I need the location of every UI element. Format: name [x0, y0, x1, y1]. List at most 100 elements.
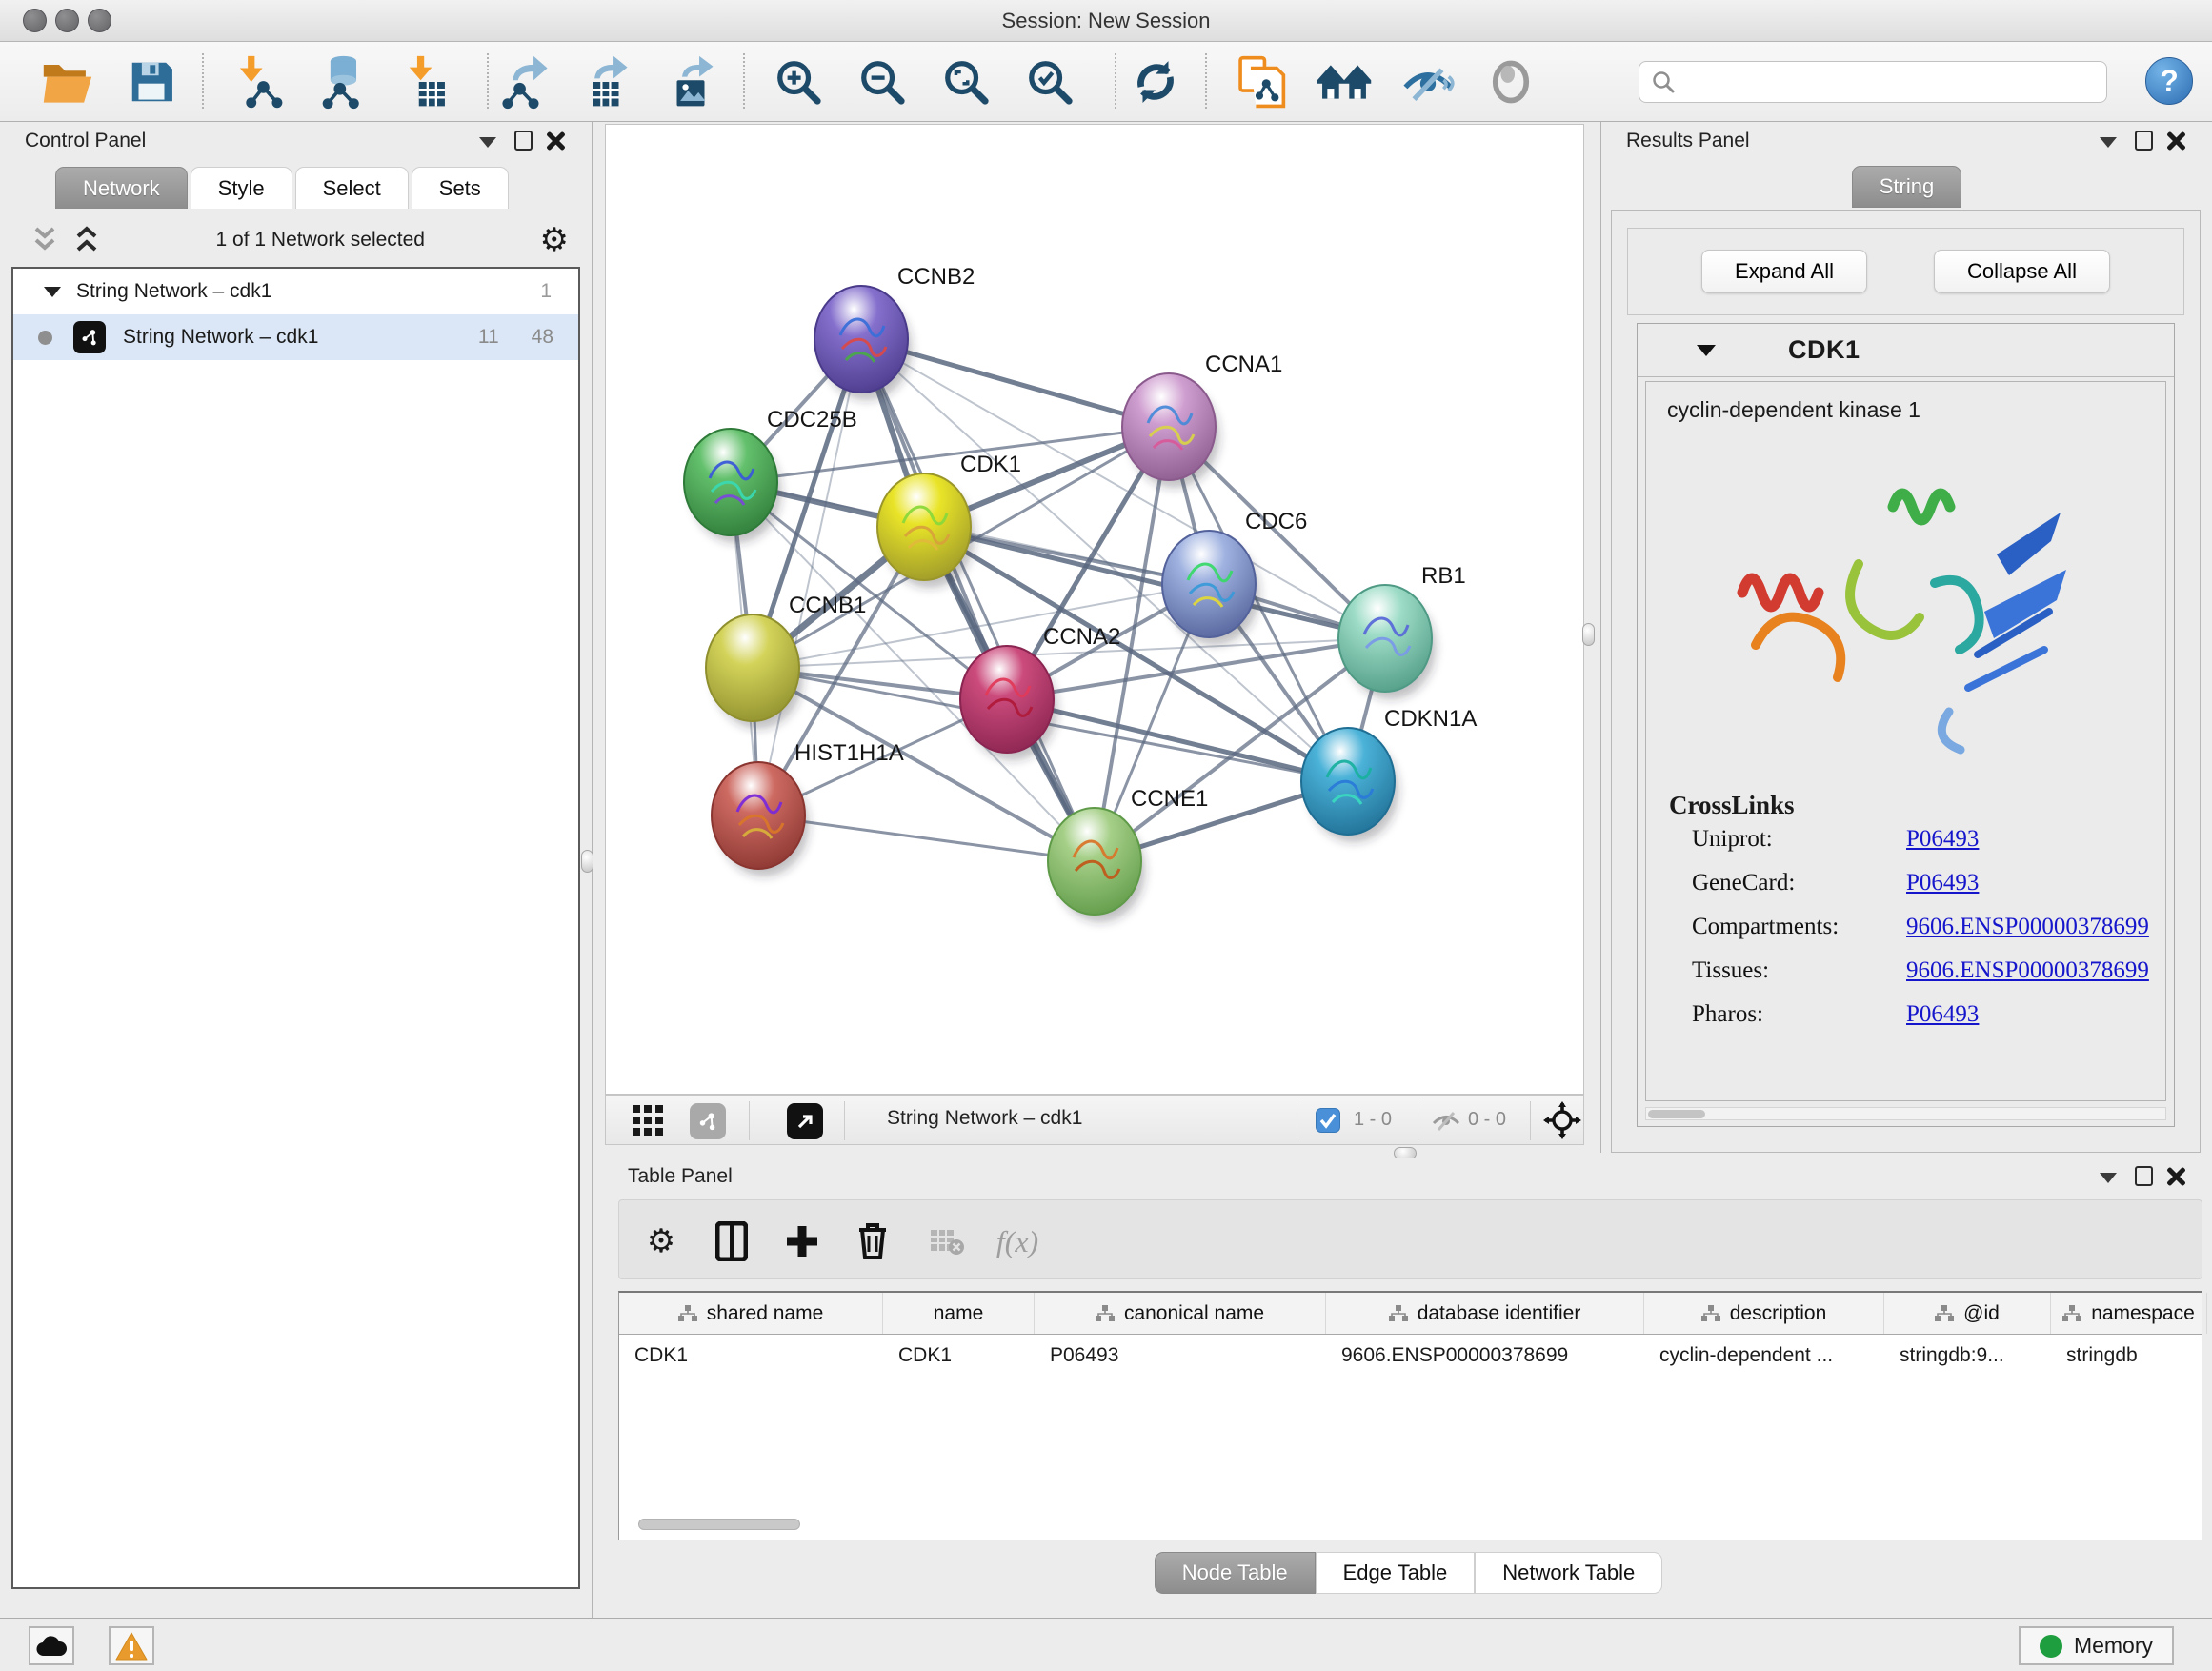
panel-close-icon[interactable] [2165, 131, 2185, 151]
expand-all-button[interactable]: Expand All [1701, 250, 1867, 293]
collapse-all-tree-icon[interactable] [72, 225, 101, 255]
network-node-HIST1H1A[interactable] [712, 762, 809, 876]
network-node-CCNE1[interactable] [1048, 808, 1145, 922]
column-header-canonical-name[interactable]: canonical name [1035, 1293, 1326, 1334]
network-node-CCNB2[interactable] [814, 286, 912, 400]
network-share-icon[interactable] [690, 1103, 726, 1139]
right-splitter-grip[interactable] [1582, 623, 1595, 646]
table-cell[interactable]: CDK1 [619, 1335, 883, 1377]
zoom-window-icon[interactable] [88, 9, 111, 32]
panel-close-icon[interactable] [545, 131, 565, 151]
open-session-button[interactable] [36, 51, 99, 112]
tab-network[interactable]: Network [55, 167, 188, 209]
panel-menu-icon[interactable] [479, 137, 496, 148]
table-cell[interactable]: CDK1 [883, 1335, 1035, 1377]
network-collection-row[interactable]: String Network – cdk1 1 [13, 269, 578, 314]
tree-expand-icon[interactable] [44, 287, 61, 297]
network-canvas[interactable]: CCNB2CCNA1CDC25BCDK1CDC6RB1CCNB1CCNA2CDK… [605, 124, 1584, 1095]
birdseye-grid-icon[interactable] [633, 1105, 665, 1137]
close-window-icon[interactable] [23, 9, 47, 32]
network-node-CCNA1[interactable] [1122, 373, 1219, 488]
help-button[interactable]: ? [2145, 57, 2193, 105]
collapse-all-button[interactable]: Collapse All [1934, 250, 2110, 293]
network-node-CCNA2[interactable] [960, 646, 1057, 760]
import-network-database-button[interactable] [307, 51, 370, 112]
network-node-CDC25B[interactable] [684, 429, 781, 543]
table-cell[interactable]: cyclin-dependent ... [1644, 1335, 1884, 1377]
warnings-button[interactable] [109, 1626, 154, 1665]
zoom-fit-button[interactable] [935, 51, 997, 112]
zoom-selected-button[interactable] [1018, 51, 1081, 112]
fit-selected-crosshair-icon[interactable] [1543, 1101, 1581, 1139]
network-node-CDC6[interactable] [1162, 531, 1259, 645]
string-import-button[interactable] [1228, 51, 1291, 112]
crosslink-link[interactable]: P06493 [1906, 826, 1979, 853]
save-session-button[interactable] [120, 51, 183, 112]
table-cell[interactable]: stringdb:9... [1884, 1335, 2051, 1377]
inactive-eye-button[interactable] [1479, 51, 1542, 112]
network-edge[interactable] [924, 527, 1385, 638]
import-network-file-button[interactable] [227, 51, 290, 112]
selected-nodes-checkbox[interactable] [1316, 1108, 1340, 1133]
memory-button[interactable]: Memory [2019, 1626, 2174, 1665]
panel-menu-icon[interactable] [2100, 1173, 2117, 1183]
export-image-button[interactable] [659, 51, 722, 112]
tab-string[interactable]: String [1852, 166, 1961, 208]
table-settings-gear-icon[interactable]: ⚙ [636, 1218, 686, 1265]
cloud-button[interactable] [29, 1626, 74, 1665]
column-header-description[interactable]: description [1644, 1293, 1884, 1334]
network-node-CDK1[interactable] [877, 473, 975, 588]
collapse-entry-icon[interactable] [1697, 345, 1716, 356]
network-row-selected[interactable]: String Network – cdk1 1148 [13, 314, 578, 360]
column-header-database-identifier[interactable]: database identifier [1326, 1293, 1644, 1334]
tab-network-table[interactable]: Network Table [1475, 1552, 1662, 1594]
tab-edge-table[interactable]: Edge Table [1316, 1552, 1476, 1594]
panel-close-icon[interactable] [2165, 1166, 2185, 1186]
tab-node-table[interactable]: Node Table [1155, 1552, 1316, 1594]
minimize-window-icon[interactable] [55, 9, 79, 32]
tab-style[interactable]: Style [191, 167, 292, 209]
crosslink-link[interactable]: P06493 [1906, 870, 1979, 896]
column-header-@id[interactable]: @id [1884, 1293, 2051, 1334]
table-cell[interactable]: stringdb [2051, 1335, 2207, 1377]
panel-float-icon[interactable] [514, 131, 533, 151]
zoom-in-button[interactable] [767, 51, 830, 112]
tab-sets[interactable]: Sets [412, 167, 509, 209]
home-networks-button[interactable] [1313, 51, 1376, 112]
crosslink-link[interactable]: P06493 [1906, 1001, 1979, 1028]
export-table-button[interactable] [573, 51, 636, 112]
network-node-CDKN1A[interactable] [1301, 728, 1398, 842]
panel-float-icon[interactable] [2135, 1166, 2153, 1186]
import-table-button[interactable] [394, 51, 457, 112]
network-edge[interactable] [758, 815, 1095, 861]
table-cell[interactable]: 9606.ENSP00000378699 [1326, 1335, 1644, 1377]
open-in-window-icon[interactable] [787, 1103, 823, 1139]
delete-column-trash-icon[interactable] [848, 1218, 897, 1265]
tab-select[interactable]: Select [295, 167, 409, 209]
column-header-shared-name[interactable]: shared name [619, 1293, 883, 1334]
network-node-CCNB1[interactable] [706, 614, 803, 729]
apply-layout-button[interactable] [1124, 51, 1187, 112]
crosslink-link[interactable]: 9606.ENSP00000378699 [1906, 914, 2149, 940]
hide-panel-eye-button[interactable] [1397, 51, 1459, 112]
expand-all-tree-icon[interactable] [30, 225, 59, 255]
left-splitter-grip[interactable] [581, 850, 593, 873]
gene-entry-header[interactable]: CDK1 [1638, 324, 2174, 377]
column-header-namespace[interactable]: namespace [2051, 1293, 2207, 1334]
network-node-RB1[interactable] [1338, 585, 1436, 699]
panel-float-icon[interactable] [2135, 131, 2153, 151]
search-input[interactable] [1683, 71, 2095, 93]
network-edge[interactable] [861, 339, 1095, 861]
table-hscrollbar[interactable] [638, 1517, 2210, 1532]
results-hscrollbar[interactable] [1645, 1107, 2166, 1120]
table-row[interactable]: CDK1CDK1P064939606.ENSP00000378699cyclin… [619, 1335, 2202, 1377]
panel-menu-icon[interactable] [2100, 137, 2117, 148]
crosslink-link[interactable]: 9606.ENSP00000378699 [1906, 957, 2149, 984]
show-columns-icon[interactable] [707, 1218, 756, 1265]
table-cell[interactable]: P06493 [1035, 1335, 1326, 1377]
add-column-plus-icon[interactable] [777, 1218, 827, 1265]
column-header-name[interactable]: name [883, 1293, 1035, 1334]
zoom-out-button[interactable] [851, 51, 914, 112]
export-network-button[interactable] [493, 51, 556, 112]
gear-icon[interactable]: ⚙ [540, 224, 569, 256]
